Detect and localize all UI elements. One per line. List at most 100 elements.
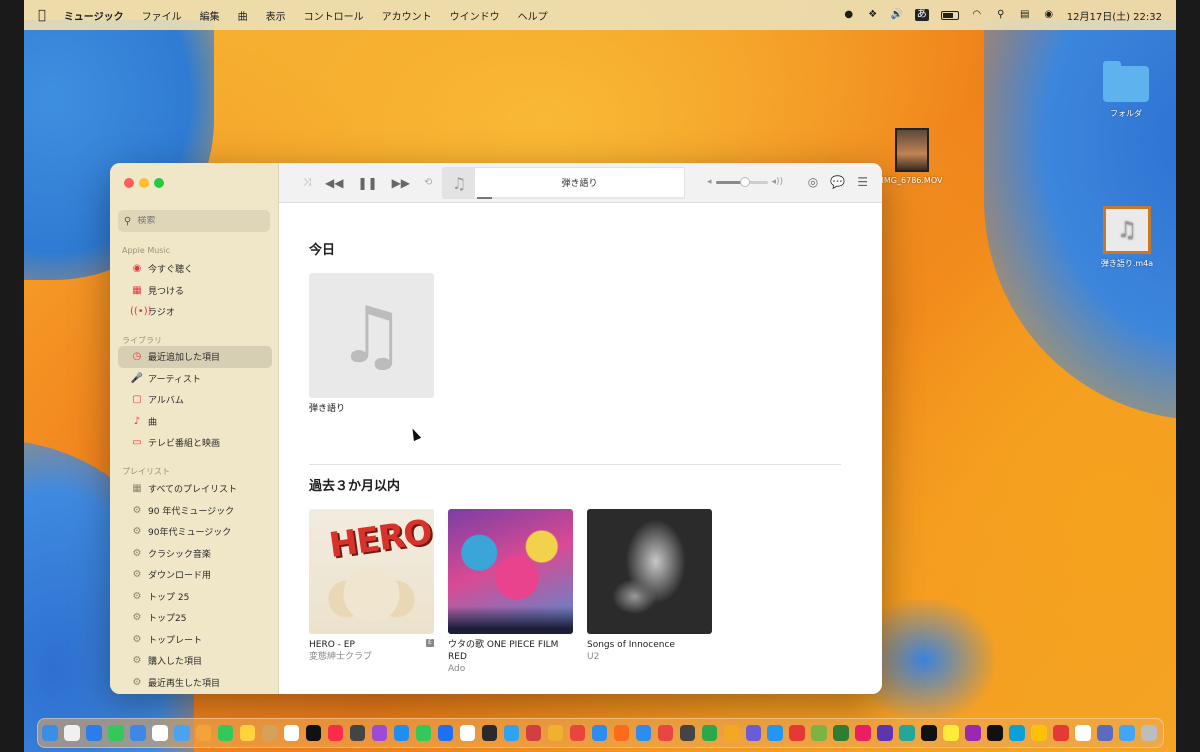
dock-app-icon[interactable] [42, 725, 58, 741]
shuffle-button[interactable]: ⤨ [303, 177, 311, 188]
sidebar-item-playlist[interactable]: ⚙ 購入した項目 [118, 650, 272, 672]
siri-icon[interactable]: ◉ [1043, 9, 1055, 21]
record-icon[interactable]: ● [843, 9, 855, 21]
sidebar-item-playlist[interactable]: ⚙ 90 年代ミュージック [118, 500, 272, 522]
dock-app-icon[interactable] [151, 725, 168, 741]
dock-app-icon[interactable] [987, 725, 1003, 741]
pause-button[interactable]: ❚❚ [357, 176, 377, 190]
dock-app-icon[interactable] [965, 725, 981, 741]
dock-app-icon[interactable] [1119, 725, 1135, 741]
dock-app-icon[interactable] [613, 725, 630, 741]
dock-app-icon[interactable] [701, 725, 718, 741]
queue-list-icon[interactable]: ☰ [857, 175, 868, 189]
sidebar-item-playlist[interactable]: ⚙ トップレート [118, 629, 272, 651]
dropbox-icon[interactable]: ❖ [867, 9, 879, 21]
dock-app-icon[interactable] [481, 725, 498, 741]
dock-app-icon[interactable] [195, 725, 212, 741]
volume-knob[interactable] [739, 176, 750, 187]
dock-app-icon[interactable] [723, 725, 740, 741]
sidebar-item-playlist[interactable]: ⚙ クラシック音楽 [118, 543, 272, 565]
dock-app-icon[interactable] [1097, 725, 1113, 741]
desktop-m4a-file[interactable]: ♫ 弾き語り.m4a [1094, 206, 1160, 269]
dock-app-icon[interactable] [437, 725, 454, 741]
menu-clock[interactable]: 12月17日(土) 22:32 [1067, 8, 1162, 23]
dock-app-icon[interactable] [305, 725, 322, 741]
dock-app-icon[interactable] [415, 725, 432, 741]
now-playing-display[interactable]: ♫ 弾き語り [442, 167, 685, 199]
dock-app-icon[interactable] [349, 725, 366, 741]
dock-app-icon[interactable] [107, 725, 124, 741]
dock-app-icon[interactable] [1075, 725, 1091, 741]
menu-account[interactable]: アカウント [382, 8, 432, 23]
dock-app-icon[interactable] [1009, 725, 1025, 741]
sidebar-item-all-playlists[interactable]: ▦ すべてのプレイリスト [118, 478, 272, 500]
dock-app-icon[interactable] [943, 725, 959, 741]
album-item[interactable]: HERO E HERO - EP 変態紳士クラブ [309, 509, 434, 663]
sidebar-item-albums[interactable]: ▢ アルバム [118, 389, 272, 411]
dock-app-icon[interactable] [129, 725, 146, 741]
dock-app-icon[interactable] [173, 725, 190, 741]
previous-button[interactable]: ◀◀ [325, 176, 343, 190]
dock-app-icon[interactable] [569, 725, 586, 741]
dock-app-icon[interactable] [789, 725, 806, 741]
menu-window[interactable]: ウインドウ [450, 8, 500, 23]
search-field[interactable]: ⚲ [118, 210, 270, 232]
dock-app-icon[interactable] [547, 725, 564, 741]
sidebar-item-playlist[interactable]: ⚙ トップ 25 [118, 586, 272, 608]
control-center-icon[interactable]: ▤ [1019, 9, 1031, 21]
repeat-button[interactable]: ⟲ [424, 177, 432, 188]
close-button[interactable] [124, 178, 134, 188]
menu-help[interactable]: ヘルプ [518, 8, 548, 23]
sidebar-item-songs[interactable]: ♪ 曲 [118, 411, 272, 433]
dock-app-icon[interactable] [503, 725, 520, 741]
zoom-button[interactable] [154, 178, 164, 188]
sidebar-item-playlist[interactable]: ⚙ トップ25 [118, 607, 272, 629]
volume-slider[interactable] [715, 176, 768, 187]
sidebar-item-radio[interactable]: ((•)) ラジオ [118, 301, 272, 323]
airplay-icon[interactable]: ◎ [808, 175, 818, 189]
sidebar-item-tv-movies[interactable]: ▭ テレビ番組と映画 [118, 432, 272, 454]
album-item[interactable]: ♫ 弾き語り [309, 273, 434, 415]
dock-app-icon[interactable] [635, 725, 652, 741]
menu-controls[interactable]: コントロール [304, 8, 364, 23]
menu-edit[interactable]: 編集 [200, 8, 220, 23]
dock-app-icon[interactable] [217, 725, 234, 741]
dock-app-icon[interactable] [525, 725, 542, 741]
dock-app-icon[interactable] [85, 725, 102, 741]
menu-song[interactable]: 曲 [238, 8, 248, 23]
sidebar-item-playlist[interactable]: ⚙ ダウンロード用 [118, 564, 272, 586]
dock-app-icon[interactable] [767, 725, 784, 741]
desktop-folder[interactable]: フォルダ [1096, 61, 1156, 119]
volume-icon[interactable]: 🔊 [891, 9, 903, 21]
dock-app-icon[interactable] [855, 725, 872, 741]
sidebar-item-playlist[interactable]: ⚙ 90年代ミュージック [118, 521, 272, 543]
input-method-icon[interactable]: あ [914, 9, 929, 21]
dock-app-icon[interactable] [877, 725, 893, 741]
dock-app-icon[interactable] [833, 725, 850, 741]
dock-app-icon[interactable] [239, 725, 256, 741]
menu-file[interactable]: ファイル [142, 8, 182, 23]
dock-app-icon[interactable] [459, 725, 476, 741]
dock-app-icon[interactable] [657, 725, 674, 741]
sidebar-item-recently-added[interactable]: ◷ 最近追加した項目 [118, 346, 272, 368]
minimize-button[interactable] [139, 178, 149, 188]
dock-app-icon[interactable] [811, 725, 828, 741]
sidebar-item-playlist[interactable]: ⚙ 最近再生した項目 [118, 672, 272, 694]
dock-app-icon[interactable] [679, 725, 696, 741]
dock-app-icon[interactable] [261, 725, 278, 741]
album-item[interactable]: Songs of Innocence U2 [587, 509, 712, 663]
dock-app-icon[interactable] [1053, 725, 1069, 741]
search-icon[interactable]: ⚲ [995, 9, 1007, 21]
next-button[interactable]: ▶▶ [392, 176, 410, 190]
menu-view[interactable]: 表示 [266, 8, 286, 23]
search-input[interactable] [137, 216, 258, 226]
battery-icon[interactable] [940, 10, 959, 20]
dock-app-icon[interactable] [921, 725, 937, 741]
dock-app-icon[interactable] [371, 725, 388, 741]
wifi-icon[interactable]: ◠ [971, 9, 983, 21]
dock-app-icon[interactable] [63, 725, 80, 741]
sidebar-item-artists[interactable]: 🎤 アーティスト [118, 368, 272, 390]
dock-app-icon[interactable] [393, 725, 410, 741]
dock-app-icon[interactable] [745, 725, 762, 741]
dock-app-icon[interactable] [1141, 725, 1157, 741]
